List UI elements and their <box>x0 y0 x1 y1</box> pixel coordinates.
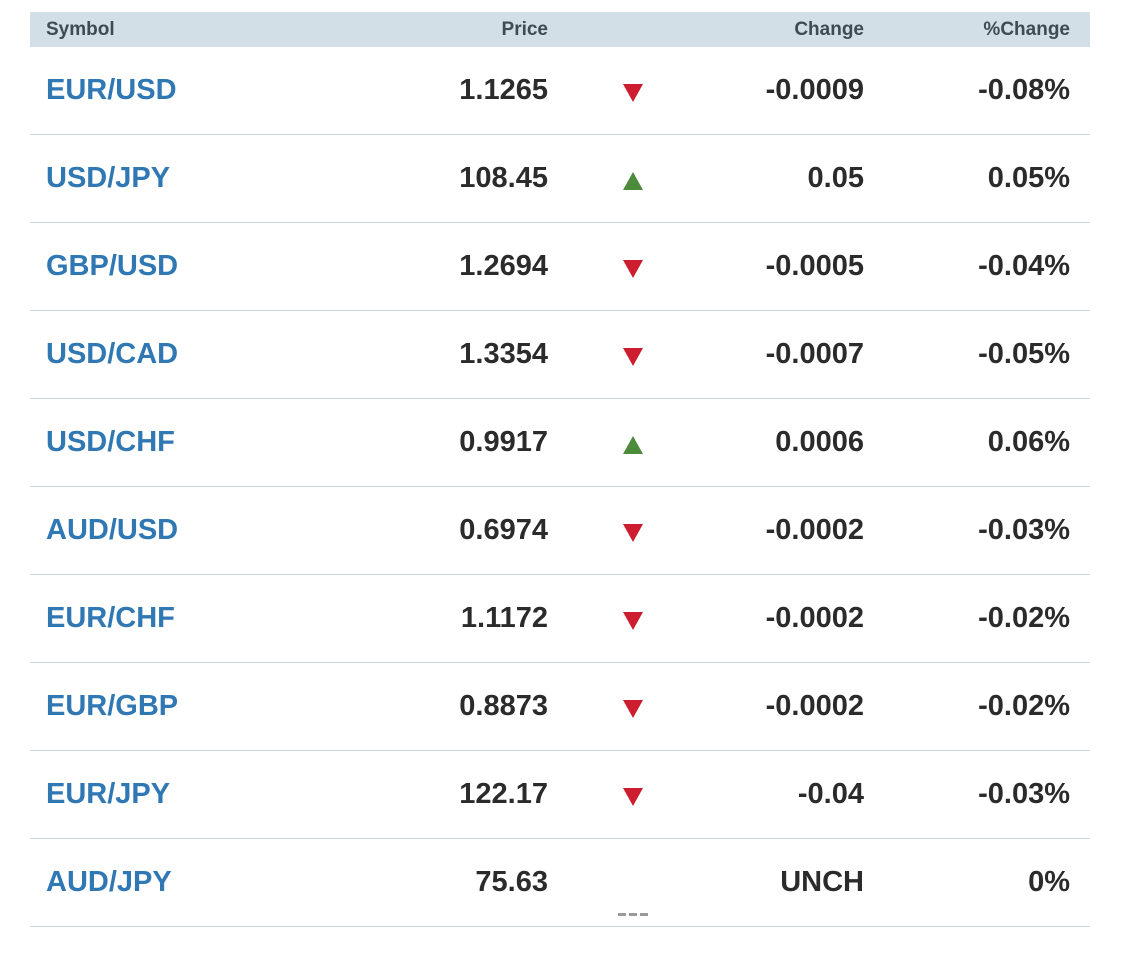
direction-cell <box>548 311 718 398</box>
pct-change-cell: -0.02% <box>978 690 1070 722</box>
dash-icon <box>618 913 648 916</box>
pct-change-cell: -0.04% <box>978 250 1070 282</box>
arrow-down-icon <box>623 347 643 366</box>
pct-change-cell: 0.05% <box>987 162 1070 194</box>
arrow-down-icon <box>623 699 643 718</box>
symbol-link[interactable]: EUR/GBP <box>46 690 178 722</box>
table-row: USD/CHF 0.9917 0.0006 0.06% <box>30 399 1090 487</box>
arrow-up-icon <box>623 435 643 454</box>
change-cell: UNCH <box>780 866 864 898</box>
price-cell: 1.1172 <box>460 602 548 634</box>
pct-change-cell: -0.03% <box>978 778 1070 810</box>
arrow-down-icon <box>623 787 643 806</box>
table-row: USD/JPY 108.45 0.05 0.05% <box>30 135 1090 223</box>
table-row: EUR/USD 1.1265 -0.0009 -0.08% <box>30 47 1090 135</box>
table-row: AUD/USD 0.6974 -0.0002 -0.03% <box>30 487 1090 575</box>
symbol-cell: EUR/USD <box>30 74 330 107</box>
price-cell: 1.2694 <box>459 250 548 282</box>
pct-change-cell: -0.03% <box>978 514 1070 546</box>
pct-change-cell: 0.06% <box>987 426 1070 458</box>
pct-change-cell: -0.05% <box>978 338 1070 370</box>
change-cell: 0.0006 <box>775 426 864 458</box>
symbol-link[interactable]: USD/JPY <box>46 162 170 194</box>
pct-change-cell: 0% <box>1028 866 1070 898</box>
symbol-cell: AUD/USD <box>30 514 330 547</box>
symbol-cell: GBP/USD <box>30 250 330 283</box>
column-header-change[interactable]: Change <box>718 19 864 41</box>
column-header-pct-change[interactable]: %Change <box>864 19 1070 41</box>
price-cell: 75.63 <box>475 866 548 898</box>
symbol-link[interactable]: AUD/JPY <box>46 866 172 898</box>
direction-cell <box>548 751 718 838</box>
change-cell: -0.0002 <box>765 602 864 634</box>
change-cell: -0.04 <box>797 778 864 810</box>
symbol-cell: USD/CAD <box>30 338 330 371</box>
currency-quotes-table: Symbol Price Change %Change EUR/USD 1.126… <box>30 12 1090 927</box>
pct-change-cell: -0.08% <box>978 74 1070 106</box>
symbol-cell: EUR/CHF <box>30 602 330 635</box>
symbol-link[interactable]: EUR/USD <box>46 74 177 106</box>
pct-change-cell: -0.02% <box>978 602 1070 634</box>
change-cell: 0.05 <box>807 162 864 194</box>
direction-cell <box>548 223 718 310</box>
symbol-cell: EUR/GBP <box>30 690 330 723</box>
direction-cell <box>548 839 718 926</box>
symbol-cell: USD/JPY <box>30 162 330 195</box>
price-cell: 1.3354 <box>459 338 548 370</box>
arrow-up-icon <box>623 171 643 190</box>
direction-cell <box>548 135 718 222</box>
direction-cell <box>548 487 718 574</box>
change-cell: -0.0002 <box>765 690 864 722</box>
symbol-link[interactable]: AUD/USD <box>46 514 178 546</box>
price-cell: 122.17 <box>459 778 548 810</box>
table-row: EUR/CHF 1.1172 -0.0002 -0.02% <box>30 575 1090 663</box>
price-cell: 108.45 <box>459 162 548 194</box>
symbol-link[interactable]: GBP/USD <box>46 250 178 282</box>
change-cell: -0.0002 <box>765 514 864 546</box>
change-cell: -0.0005 <box>765 250 864 282</box>
symbol-link[interactable]: USD/CAD <box>46 338 178 370</box>
table-row: GBP/USD 1.2694 -0.0005 -0.04% <box>30 223 1090 311</box>
symbol-cell: EUR/JPY <box>30 778 330 811</box>
price-cell: 0.6974 <box>459 514 548 546</box>
direction-cell <box>548 47 718 134</box>
table-row: USD/CAD 1.3354 -0.0007 -0.05% <box>30 311 1090 399</box>
symbol-link[interactable]: USD/CHF <box>46 426 175 458</box>
price-cell: 0.8873 <box>459 690 548 722</box>
column-header-price[interactable]: Price <box>330 19 548 41</box>
arrow-down-icon <box>623 83 643 102</box>
change-cell: -0.0007 <box>765 338 864 370</box>
arrow-down-icon <box>623 611 643 630</box>
table-header: Symbol Price Change %Change <box>30 12 1090 47</box>
direction-cell <box>548 575 718 662</box>
direction-cell <box>548 663 718 750</box>
table-row: AUD/JPY 75.63 UNCH 0% <box>30 839 1090 927</box>
column-header-symbol[interactable]: Symbol <box>30 19 330 41</box>
symbol-link[interactable]: EUR/CHF <box>46 602 175 634</box>
price-cell: 1.1265 <box>459 74 548 106</box>
direction-cell <box>548 399 718 486</box>
change-cell: -0.0009 <box>765 74 864 106</box>
table-body: EUR/USD 1.1265 -0.0009 -0.08% USD/JPY 108.45 0… <box>30 47 1090 927</box>
column-header-direction <box>548 12 718 47</box>
arrow-down-icon <box>623 523 643 542</box>
price-cell: 0.9917 <box>459 426 548 458</box>
symbol-cell: AUD/JPY <box>30 866 330 899</box>
table-row: EUR/JPY 122.17 -0.04 -0.03% <box>30 751 1090 839</box>
symbol-cell: USD/CHF <box>30 426 330 459</box>
arrow-down-icon <box>623 259 643 278</box>
table-row: EUR/GBP 0.8873 -0.0002 -0.02% <box>30 663 1090 751</box>
symbol-link[interactable]: EUR/JPY <box>46 778 170 810</box>
